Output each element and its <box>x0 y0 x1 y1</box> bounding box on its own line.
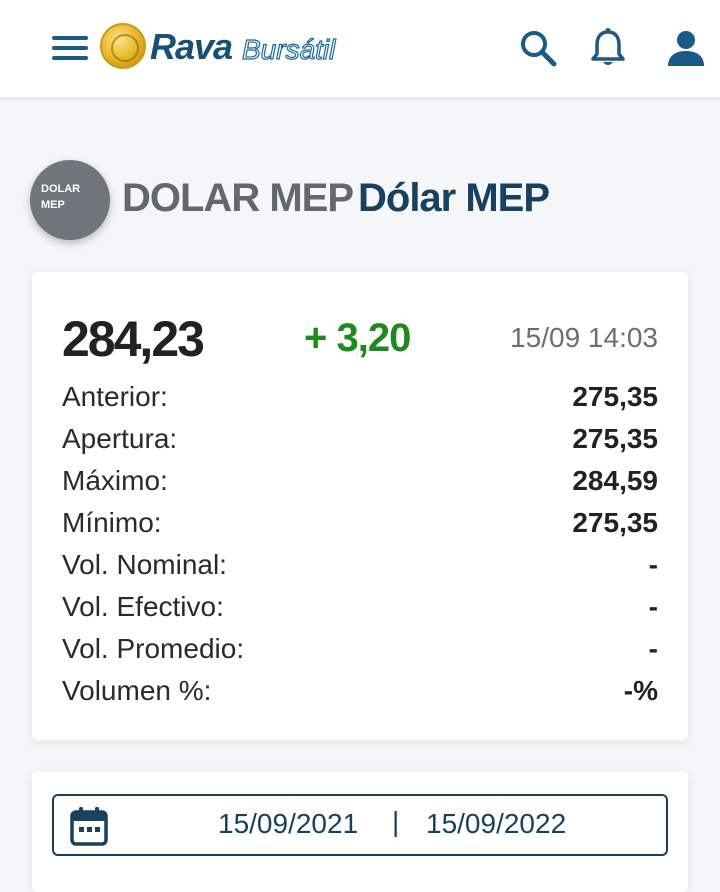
stat-value: 284,59 <box>572 465 658 496</box>
stat-label: Vol. Promedio: <box>62 633 245 664</box>
stat-row-minimo: Mínimo: 275,35 <box>62 502 658 544</box>
top-app-bar: Rava Bursátil <box>0 0 720 100</box>
stat-row-apertura: Apertura: 275,35 <box>62 418 658 460</box>
instrument-header: DOLAR MEP DOLAR MEP Dólar MEP <box>30 158 690 242</box>
stat-value: 275,35 <box>572 381 658 412</box>
stat-label: Anterior: <box>62 381 168 412</box>
price-change: + 3,20 <box>304 316 411 360</box>
stat-value: - <box>648 633 658 664</box>
stat-row-anterior: Anterior: 275,35 <box>62 376 658 418</box>
date-range-picker[interactable]: 15/09/2021 | 15/09/2022 <box>52 794 668 856</box>
date-to[interactable]: 15/09/2022 <box>426 808 566 840</box>
menu-icon[interactable] <box>52 34 90 62</box>
stat-row-volumen-pct: Volumen %: -% <box>62 670 658 712</box>
history-card: 15/09/2021 | 15/09/2022 <box>32 772 688 892</box>
instrument-avatar: DOLAR MEP <box>30 160 110 240</box>
avatar-line-2: MEP <box>41 199 65 211</box>
quote-card: 284,23 + 3,20 15/09 14:03 Anterior: 275,… <box>32 272 688 740</box>
stat-label: Vol. Nominal: <box>62 549 227 580</box>
bell-icon[interactable] <box>586 26 630 70</box>
stat-value: - <box>648 549 658 580</box>
stat-value: -% <box>623 675 658 706</box>
calendar-icon[interactable] <box>70 806 108 846</box>
date-separator: | <box>392 806 400 837</box>
avatar-line-1: DOLAR <box>41 183 81 195</box>
stat-row-vol-nominal: Vol. Nominal: - <box>62 544 658 586</box>
instrument-name: Dólar MEP <box>358 176 550 220</box>
user-icon[interactable] <box>664 26 708 70</box>
quote-timestamp: 15/09 14:03 <box>510 322 658 353</box>
coin-logo-icon <box>100 23 146 69</box>
stat-value: - <box>648 591 658 622</box>
brand-secondary: Bursátil <box>241 33 336 65</box>
stat-label: Apertura: <box>62 423 178 454</box>
stat-label: Mínimo: <box>62 507 162 538</box>
search-icon[interactable] <box>516 26 560 70</box>
stat-label: Volumen %: <box>62 675 212 706</box>
date-from[interactable]: 15/09/2021 <box>218 808 358 840</box>
stat-value: 275,35 <box>572 507 658 538</box>
stat-row-vol-efectivo: Vol. Efectivo: - <box>62 586 658 628</box>
stat-row-vol-promedio: Vol. Promedio: - <box>62 628 658 670</box>
instrument-ticker: DOLAR MEP <box>122 176 354 220</box>
brand-primary: Rava <box>150 26 233 67</box>
stat-value: 275,35 <box>572 423 658 454</box>
quote-stats-list: Anterior: 275,35 Apertura: 275,35 Máximo… <box>62 376 658 712</box>
last-price: 284,23 <box>62 311 205 367</box>
stat-row-maximo: Máximo: 284,59 <box>62 460 658 502</box>
rava-bursatil-logo[interactable]: Rava Bursátil <box>100 22 370 72</box>
stat-label: Máximo: <box>62 465 168 496</box>
stat-label: Vol. Efectivo: <box>62 591 224 622</box>
